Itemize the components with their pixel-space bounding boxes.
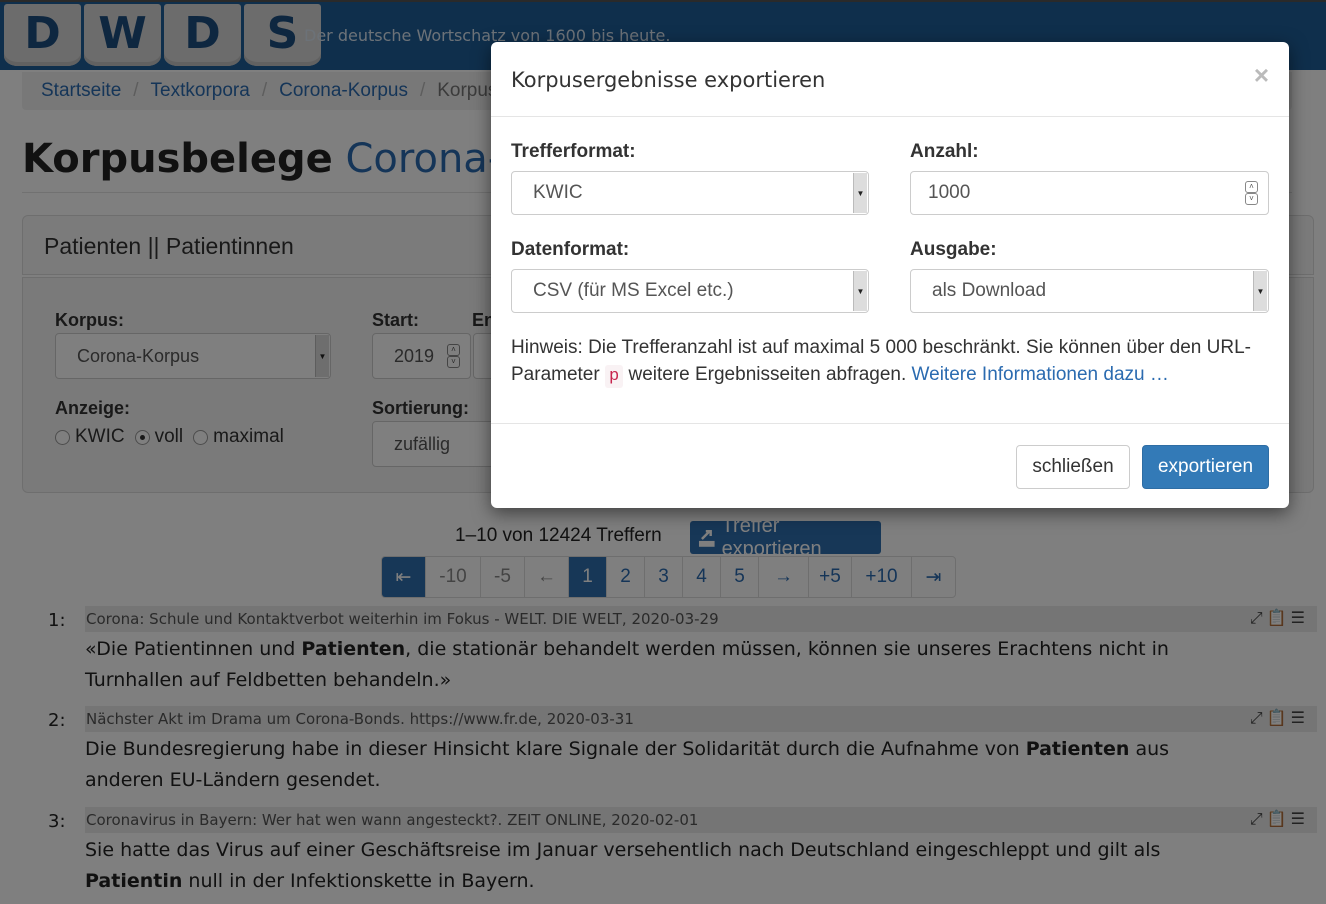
datenformat-select[interactable]: CSV (für MS Excel etc.) ▼ (511, 269, 869, 313)
anzahl-input[interactable]: 1000 ˄ ˅ (910, 171, 1269, 215)
export-button[interactable]: exportieren (1142, 445, 1269, 489)
anzahl-label: Anzahl: (910, 141, 979, 162)
anzahl-value: 1000 (928, 182, 971, 203)
ausgabe-select[interactable]: als Download ▼ (910, 269, 1269, 313)
trefferformat-label: Trefferformat: (511, 141, 636, 162)
datenformat-label: Datenformat: (511, 239, 630, 260)
close-icon[interactable]: × (1254, 60, 1269, 91)
trefferformat-value: KWIC (533, 182, 583, 203)
modal-title: Korpusergebnisse exportieren (511, 68, 826, 92)
ausgabe-label: Ausgabe: (910, 239, 997, 260)
more-info-link[interactable]: Weitere Informationen dazu … (912, 364, 1169, 385)
modal-footer: schließen exportieren (491, 423, 1289, 508)
export-dialog: Korpusergebnisse exportieren × Trefferfo… (491, 42, 1289, 508)
export-hint: Hinweis: Die Trefferanzahl ist auf maxim… (511, 334, 1271, 390)
url-parameter-code: p (604, 365, 624, 388)
spinner-icon[interactable]: ˄˅ (1245, 181, 1258, 205)
modal-header: Korpusergebnisse exportieren × (491, 42, 1289, 117)
chevron-down-icon: ▼ (853, 271, 867, 311)
close-button[interactable]: schließen (1016, 445, 1130, 489)
datenformat-value: CSV (für MS Excel etc.) (533, 280, 734, 301)
ausgabe-value: als Download (932, 280, 1047, 301)
hint-text: weitere Ergebnisseiten abfragen. (623, 364, 912, 385)
trefferformat-select[interactable]: KWIC ▼ (511, 171, 869, 215)
chevron-down-icon: ▼ (1253, 271, 1267, 311)
chevron-down-icon: ▼ (853, 173, 867, 213)
